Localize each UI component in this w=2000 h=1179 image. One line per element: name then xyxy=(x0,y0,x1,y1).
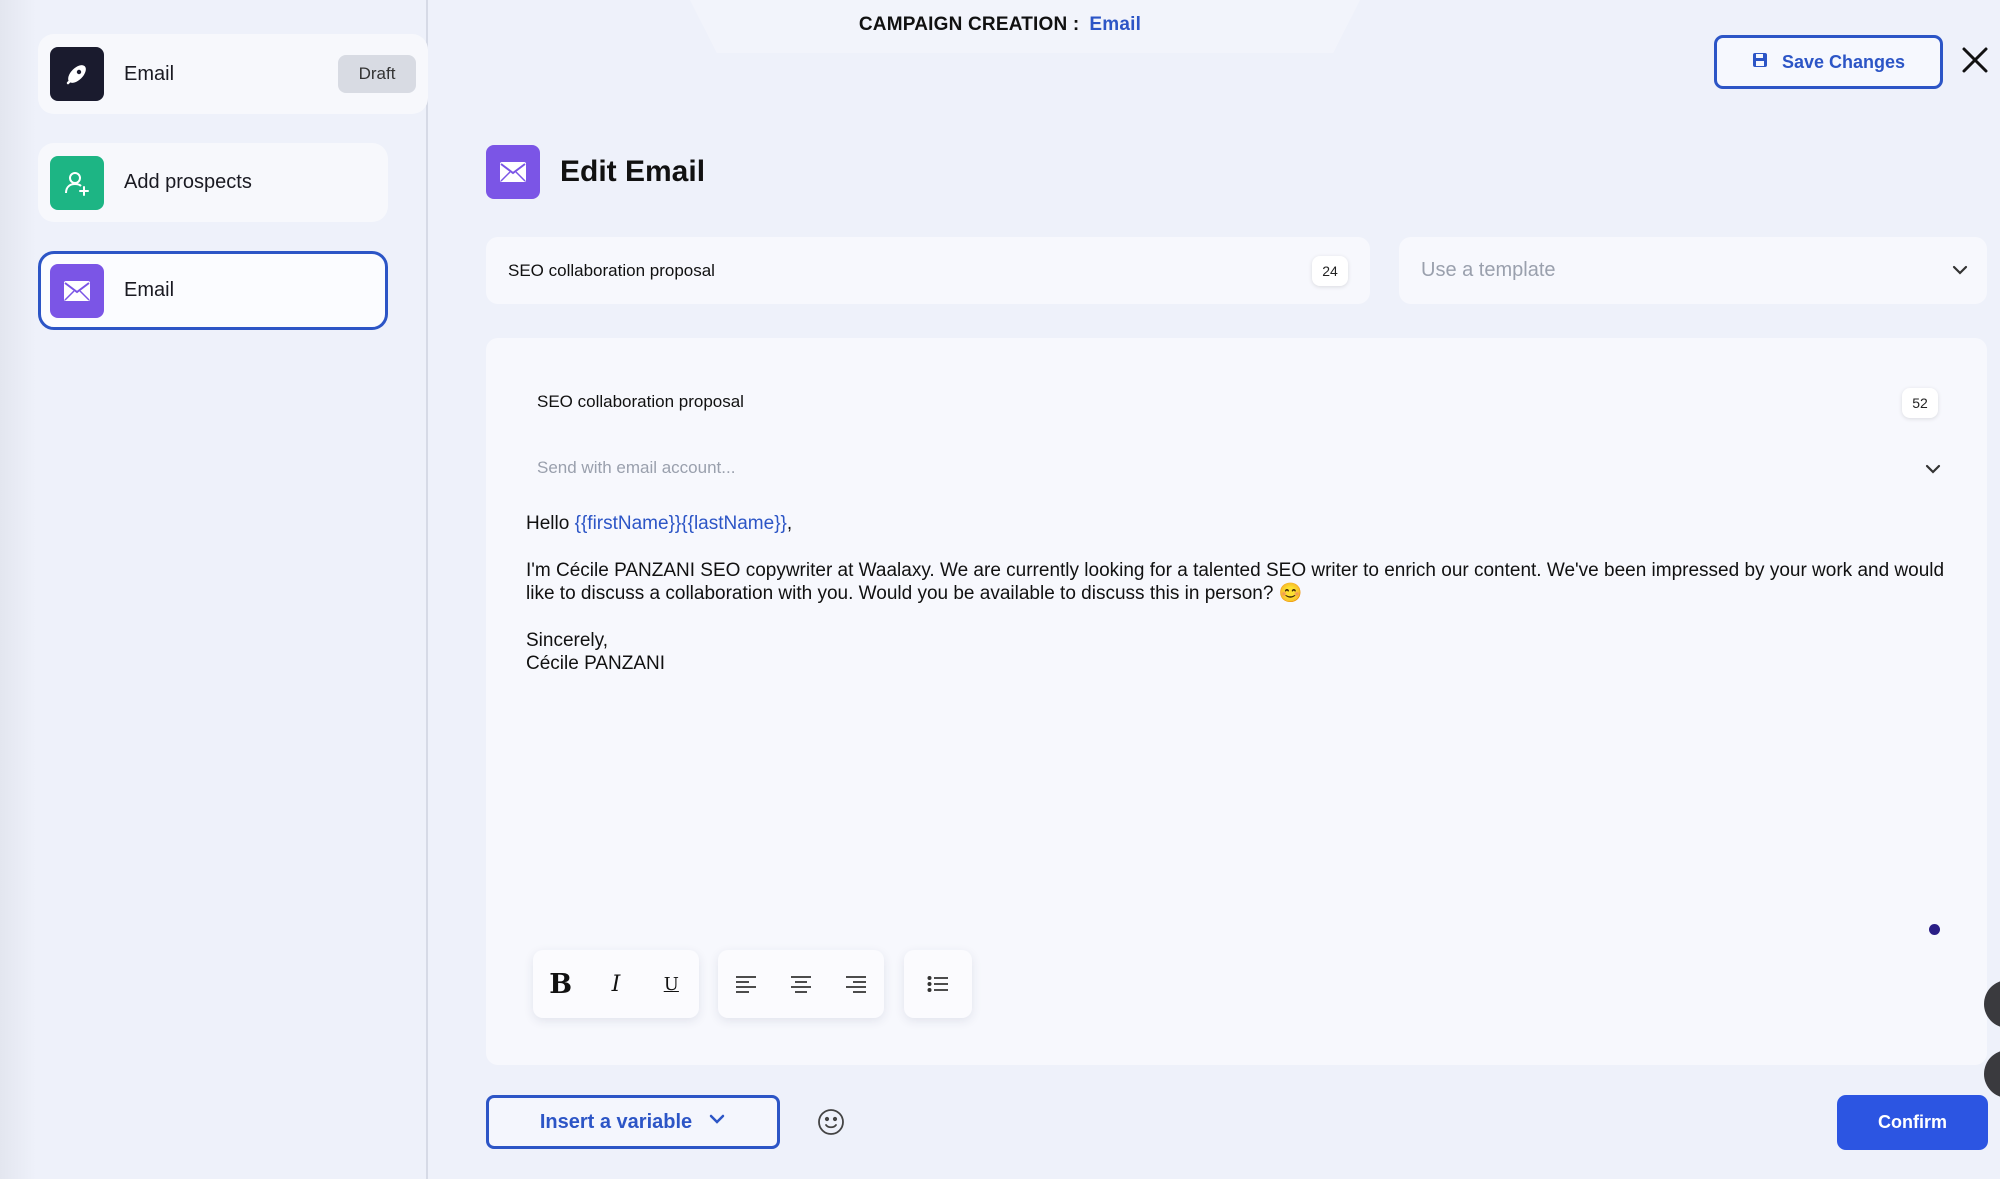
greeting-line: Hello {{firstName}}{{lastName}}, xyxy=(526,512,1946,536)
alignment-group xyxy=(718,950,884,1018)
email-body[interactable]: Hello {{firstName}}{{lastName}}, I'm Céc… xyxy=(526,512,1946,676)
emoji-icon[interactable] xyxy=(816,1107,846,1137)
template-placeholder: Use a template xyxy=(1421,259,1556,281)
email-editor: SEO collaboration proposal 52 Send with … xyxy=(486,338,1987,1065)
align-right-icon[interactable] xyxy=(838,966,874,1002)
character-counter: 52 xyxy=(1902,388,1938,418)
bullet-list-icon[interactable] xyxy=(920,966,956,1002)
align-center-icon[interactable] xyxy=(783,966,819,1002)
email-account-select[interactable]: Send with email account... xyxy=(537,458,735,478)
bold-button[interactable]: B xyxy=(543,966,579,1002)
variable-last-name[interactable]: {{lastName}} xyxy=(681,513,787,534)
campaign-label: Email xyxy=(124,62,175,85)
confirm-button[interactable]: Confirm xyxy=(1837,1095,1988,1150)
rocket-icon xyxy=(50,47,104,101)
mail-icon xyxy=(486,145,540,199)
page-heading: Edit Email xyxy=(560,155,706,188)
underline-button[interactable]: U xyxy=(653,966,689,1002)
sidebar-item-label: Add prospects xyxy=(124,171,252,193)
chevron-down-icon xyxy=(1949,259,1971,287)
sidebar-item-email[interactable]: Email xyxy=(38,251,388,330)
sidebar: Email Draft Add prospects Email xyxy=(0,0,428,1179)
campaign-card[interactable]: Email Draft xyxy=(38,34,428,114)
header-value: Email xyxy=(1089,14,1142,35)
user-plus-icon xyxy=(50,155,104,210)
floating-widget[interactable] xyxy=(1984,1050,2000,1098)
template-select[interactable]: Use a template xyxy=(1399,237,1987,304)
closing-line: Sincerely, xyxy=(526,629,609,651)
status-dot xyxy=(1929,924,1940,935)
align-left-icon[interactable] xyxy=(728,966,764,1002)
edit-email-heading: Edit Email xyxy=(486,145,705,199)
greeting-comma: , xyxy=(786,513,793,534)
chevron-down-icon[interactable] xyxy=(1922,458,1944,485)
save-icon xyxy=(1752,52,1768,73)
italic-button[interactable]: I xyxy=(598,966,634,1002)
save-label: Save Changes xyxy=(1781,51,1906,72)
text-style-group: B I U xyxy=(533,950,699,1018)
mail-icon xyxy=(50,263,104,318)
variable-first-name[interactable]: {{firstName}} xyxy=(575,513,682,534)
status-badge: Draft xyxy=(338,55,416,93)
list-group xyxy=(904,950,972,1018)
character-counter: 24 xyxy=(1312,256,1348,286)
sidebar-item-label: Email xyxy=(124,279,175,301)
insert-variable-label: Insert a variable xyxy=(539,1110,693,1133)
save-button[interactable]: Save Changes xyxy=(1714,35,1943,89)
subject-input[interactable]: SEO collaboration proposal 24 xyxy=(486,237,1370,304)
subject-value: SEO collaboration proposal xyxy=(508,260,715,280)
sidebar-item-add-prospects[interactable]: Add prospects xyxy=(38,143,388,222)
page-title: CAMPAIGN CREATION : Email xyxy=(0,14,2000,36)
insert-variable-button[interactable]: Insert a variable xyxy=(486,1095,780,1149)
email-subject-input[interactable]: SEO collaboration proposal xyxy=(537,392,744,412)
close-icon[interactable] xyxy=(1960,45,1990,75)
chevron-down-icon xyxy=(708,1110,726,1134)
header-label: CAMPAIGN CREATION : xyxy=(858,14,1080,35)
signature-line: Cécile PANZANI xyxy=(526,653,666,674)
body-paragraph: I'm Cécile PANZANI SEO copywriter at Waa… xyxy=(526,559,1945,605)
greeting-text: Hello xyxy=(526,513,570,534)
